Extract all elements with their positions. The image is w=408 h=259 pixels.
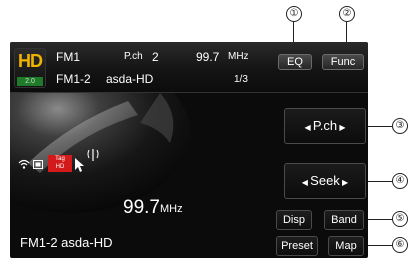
tag-badge: Tag HD [48, 155, 72, 172]
preset-next-icon[interactable]: ▶ [337, 123, 345, 132]
header-frequency: 99.7 [196, 50, 220, 64]
cursor-icon [75, 158, 84, 172]
seek-button-label: Seek [310, 173, 340, 188]
antenna-icon [87, 149, 99, 161]
callout-2: ② [339, 6, 355, 22]
page-indicator: 1/3 [234, 74, 248, 85]
func-button[interactable]: Func [322, 54, 364, 70]
callout-6-leader [366, 245, 392, 246]
band-label: FM1 [56, 50, 80, 64]
callout-5: ⑤ [392, 211, 408, 227]
eq-button[interactable]: EQ [278, 54, 312, 70]
callout-6: ⑥ [392, 237, 408, 253]
tag-badge-top: Tag [55, 156, 65, 162]
station-line: FM1-2 asda-HD [20, 235, 113, 250]
callout-4: ④ [392, 173, 408, 189]
main-frequency: 99.7 [123, 197, 160, 218]
hd-logo-sub: 2.0 [17, 77, 43, 86]
preset-prev-icon[interactable]: ◀ [304, 123, 312, 132]
main-frequency-unit: MHz [160, 203, 183, 215]
signal-icon [18, 159, 30, 169]
band-button[interactable]: Band [324, 210, 364, 230]
preset-channel-label: P.ch [124, 51, 143, 62]
map-button[interactable]: Map [328, 236, 364, 256]
preset-button[interactable]: Preset [276, 236, 318, 256]
tag-badge-bottom: HD [55, 164, 65, 170]
header-station-name: asda-HD [106, 72, 154, 86]
hd-radio-logo: HD 2.0 [14, 48, 46, 88]
preset-channel-number: 2 [152, 50, 159, 64]
seek-next-icon[interactable]: ▶ [340, 178, 348, 187]
header-frequency-unit: MHz [228, 51, 249, 62]
callout-5-leader [366, 219, 392, 220]
device-icon [33, 160, 43, 169]
device-screen: HD 2.0 FM1 P.ch 2 99.7 MHz FM1-2 asda-HD… [10, 42, 368, 258]
top-bar: HD 2.0 FM1 P.ch 2 99.7 MHz FM1-2 asda-HD… [10, 42, 368, 93]
disc-artwork [10, 93, 200, 218]
preset-channel-button[interactable]: ◀ P.ch ▶ [284, 108, 366, 144]
preset-channel-button-label: P.ch [312, 118, 338, 133]
disp-button[interactable]: Disp [276, 210, 312, 230]
hd-logo-text: HD [18, 51, 43, 71]
preset-name: FM1-2 [56, 72, 91, 86]
seek-prev-icon[interactable]: ◀ [302, 178, 310, 187]
callout-3: ③ [392, 118, 408, 134]
disc-image [10, 93, 190, 213]
callout-1: ① [286, 6, 302, 22]
seek-button[interactable]: ◀ Seek ▶ [284, 163, 366, 199]
